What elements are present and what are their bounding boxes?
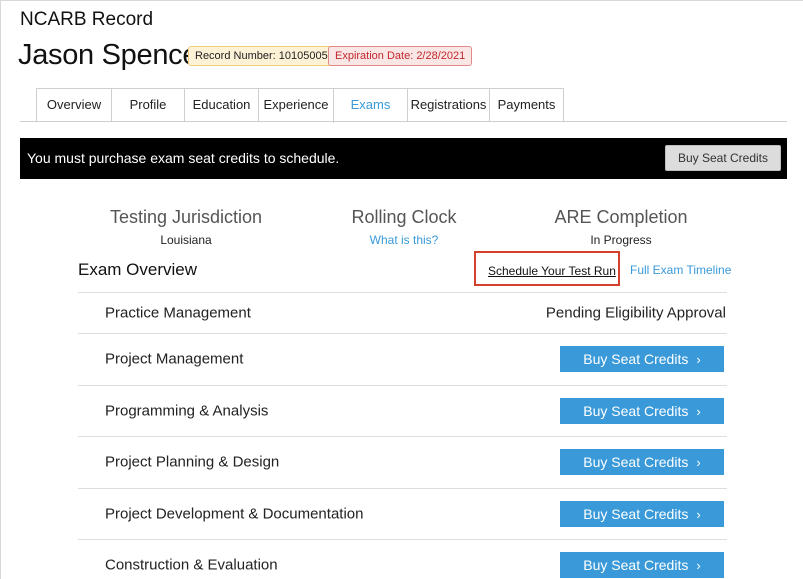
exam-name: Project Planning & Design: [105, 453, 280, 471]
exam-overview-title: Exam Overview: [78, 260, 198, 279]
chevron-right-icon: ›: [696, 455, 701, 471]
page-frame: NCARB Record Jason Spencer Record Number…: [0, 0, 803, 579]
rolling-clock-title: Rolling Clock: [351, 207, 457, 227]
record-number-badge: Record Number: 10105005: [188, 46, 335, 66]
buy-seat-credits-button[interactable]: Buy Seat Credits ›: [560, 449, 724, 476]
exam-row-project-management: Project Management Buy Seat Credits ›: [78, 333, 727, 385]
exam-name: Practice Management: [105, 304, 251, 322]
tab-experience[interactable]: Experience: [258, 88, 333, 122]
alert-banner: You must purchase exam seat credits to s…: [20, 138, 787, 179]
are-completion-stat: ARE Completion In Progress: [536, 207, 706, 247]
testing-jurisdiction-stat: Testing Jurisdiction Louisiana: [101, 207, 271, 247]
buy-seat-credits-button[interactable]: Buy Seat Credits ›: [560, 552, 724, 579]
tab-education[interactable]: Education: [184, 88, 258, 122]
buy-seat-credits-button[interactable]: Buy Seat Credits ›: [560, 397, 724, 424]
buy-seat-credits-label: Buy Seat Credits: [583, 505, 689, 522]
buy-seat-credits-banner-button[interactable]: Buy Seat Credits: [664, 145, 781, 171]
exam-row-project-planning-design: Project Planning & Design Buy Seat Credi…: [78, 436, 727, 488]
exam-name: Project Management: [105, 350, 244, 368]
tab-exams[interactable]: Exams: [333, 88, 407, 123]
tab-payments[interactable]: Payments: [489, 88, 564, 122]
schedule-test-run-link[interactable]: Schedule Your Test Run: [488, 264, 616, 278]
buy-seat-credits-label: Buy Seat Credits: [583, 402, 689, 419]
app-title: NCARB Record: [20, 9, 154, 30]
chevron-right-icon: ›: [696, 352, 701, 368]
exam-row-construction-evaluation: Construction & Evaluation Buy Seat Credi…: [78, 539, 727, 579]
buy-seat-credits-label: Buy Seat Credits: [583, 454, 689, 471]
person-name: Jason Spencer: [18, 39, 208, 71]
exam-row-practice-management: Practice Management Pending Eligibility …: [78, 292, 727, 333]
buy-seat-credits-label: Buy Seat Credits: [583, 351, 689, 368]
chevron-right-icon: ›: [696, 403, 701, 419]
full-exam-timeline-link[interactable]: Full Exam Timeline: [630, 263, 731, 277]
exam-name: Construction & Evaluation: [105, 556, 278, 574]
buy-seat-credits-button[interactable]: Buy Seat Credits ›: [560, 500, 724, 527]
what-is-this-link[interactable]: What is this?: [324, 233, 484, 247]
exam-list: Practice Management Pending Eligibility …: [78, 292, 727, 579]
tabs-divider: [20, 121, 787, 122]
chevron-right-icon: ›: [696, 506, 701, 522]
tab-profile[interactable]: Profile: [111, 88, 184, 122]
record-tabs: Overview Profile Education Experience Ex…: [36, 88, 564, 123]
exam-row-programming-analysis: Programming & Analysis Buy Seat Credits ›: [78, 384, 727, 437]
chevron-right-icon: ›: [696, 558, 701, 574]
exam-name: Project Development & Documentation: [105, 505, 364, 523]
exam-status: Pending Eligibility Approval: [545, 304, 726, 322]
rolling-clock-stat: Rolling Clock What is this?: [324, 207, 484, 247]
testing-jurisdiction-title: Testing Jurisdiction: [109, 207, 263, 227]
alert-message: You must purchase exam seat credits to s…: [27, 150, 340, 166]
buy-seat-credits-label: Buy Seat Credits: [583, 557, 689, 574]
expiration-date-badge: Expiration Date: 2/28/2021: [328, 46, 473, 66]
tab-overview[interactable]: Overview: [36, 88, 111, 122]
tab-registrations[interactable]: Registrations: [407, 88, 489, 122]
buy-seat-credits-button[interactable]: Buy Seat Credits ›: [560, 346, 724, 373]
schedule-test-run-highlight: Schedule Your Test Run: [474, 251, 620, 286]
exam-name: Programming & Analysis: [105, 402, 269, 420]
are-completion-value: In Progress: [590, 233, 652, 247]
are-completion-title: ARE Completion: [554, 207, 688, 227]
exam-row-project-development-documentation: Project Development & Documentation Buy …: [78, 487, 727, 540]
testing-jurisdiction-value: Louisiana: [160, 233, 212, 247]
